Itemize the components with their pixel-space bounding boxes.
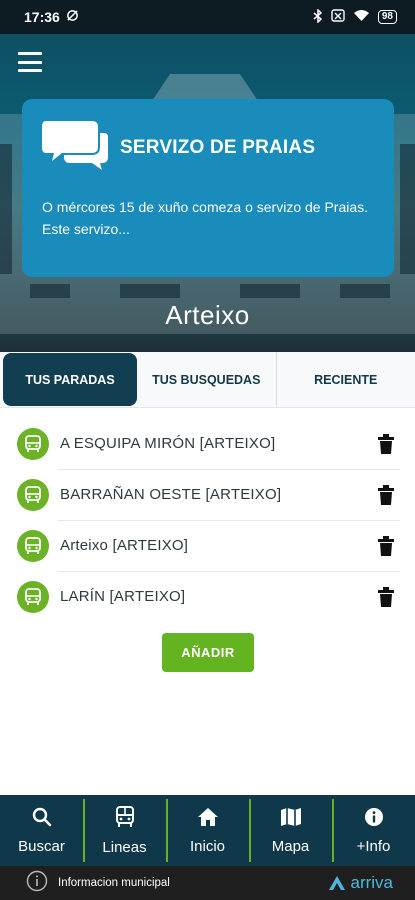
list-item[interactable]: BARRAÑAN OESTE [ARTEIXO] bbox=[0, 469, 415, 520]
footer-bar[interactable]: Informacion municipal arriva bbox=[0, 866, 415, 900]
stop-name: BARRAÑAN OESTE [ARTEIXO] bbox=[60, 486, 282, 503]
sync-off-icon bbox=[66, 9, 79, 25]
stop-name: LARÍN [ARTEIXO] bbox=[60, 588, 186, 605]
news-title: SERVIZO DE PRAIAS bbox=[120, 136, 316, 158]
nav-lineas[interactable]: Lineas bbox=[83, 795, 166, 866]
trash-icon[interactable] bbox=[377, 586, 395, 607]
menu-button[interactable] bbox=[18, 52, 42, 72]
list-item[interactable]: Arteixo [ARTEIXO] bbox=[0, 520, 415, 571]
arriva-logo: arriva bbox=[328, 873, 393, 893]
nav-label: Inicio bbox=[189, 837, 226, 855]
add-button[interactable]: AÑADIR bbox=[162, 633, 254, 672]
bus-stop-icon bbox=[17, 478, 49, 511]
news-card[interactable]: SERVIZO DE PRAIAS O mércores 15 de xuño … bbox=[22, 99, 394, 277]
tab-tus-paradas[interactable]: TUS PARADAS bbox=[3, 353, 137, 406]
brand-logo: Arteixo bbox=[165, 300, 250, 330]
battery-icon: 98 bbox=[377, 10, 397, 24]
nav-inicio[interactable]: Inicio bbox=[166, 795, 249, 866]
bottom-nav: Buscar Lineas Inicio Mapa +Info bbox=[0, 795, 415, 866]
info-outline-icon bbox=[26, 870, 48, 897]
status-time: 17:36 bbox=[24, 9, 60, 25]
tab-tus-busquedas[interactable]: TUS BUSQUEDAS bbox=[137, 352, 276, 407]
trash-icon[interactable] bbox=[377, 433, 395, 454]
nav-label: Mapa bbox=[271, 837, 310, 855]
bus-icon bbox=[115, 805, 135, 833]
bus-stop-icon bbox=[17, 580, 49, 613]
nav-label: Lineas bbox=[102, 838, 147, 856]
bus-stop-icon bbox=[17, 427, 49, 460]
trash-icon[interactable] bbox=[377, 535, 395, 556]
trash-icon[interactable] bbox=[377, 484, 395, 505]
tab-reciente[interactable]: RECIENTE bbox=[275, 352, 415, 407]
nav-mapa[interactable]: Mapa bbox=[249, 795, 332, 866]
nav-label: Buscar bbox=[18, 837, 65, 855]
bluetooth-icon bbox=[313, 7, 323, 26]
stops-list: A ESQUIPA MIRÓN [ARTEIXO] BARRAÑAN OESTE… bbox=[0, 418, 415, 622]
footer-text: Informacion municipal bbox=[58, 877, 170, 889]
stop-name: Arteixo [ARTEIXO] bbox=[60, 537, 189, 554]
nav-label: +Info bbox=[356, 837, 391, 855]
sim-off-icon bbox=[331, 9, 345, 25]
nav-info[interactable]: +Info bbox=[332, 795, 415, 866]
map-icon bbox=[280, 807, 302, 832]
info-icon bbox=[364, 807, 384, 832]
chat-bubbles-icon bbox=[42, 119, 108, 176]
bus-stop-icon bbox=[17, 529, 49, 562]
stop-name: A ESQUIPA MIRÓN [ARTEIXO] bbox=[60, 435, 276, 452]
home-icon bbox=[197, 807, 219, 832]
list-item[interactable]: LARÍN [ARTEIXO] bbox=[0, 571, 415, 622]
search-icon bbox=[32, 807, 52, 832]
footer-logo-text: arriva bbox=[350, 873, 393, 892]
status-bar: 17:36 98 bbox=[0, 0, 415, 34]
nav-buscar[interactable]: Buscar bbox=[0, 795, 83, 866]
tab-bar: TUS PARADAS TUS BUSQUEDAS RECIENTE bbox=[0, 352, 415, 408]
wifi-icon bbox=[353, 9, 370, 25]
list-item[interactable]: A ESQUIPA MIRÓN [ARTEIXO] bbox=[0, 418, 415, 469]
hero-banner: SERVIZO DE PRAIAS O mércores 15 de xuño … bbox=[0, 34, 415, 352]
news-body: O mércores 15 de xuño comeza o servizo d… bbox=[42, 199, 369, 237]
